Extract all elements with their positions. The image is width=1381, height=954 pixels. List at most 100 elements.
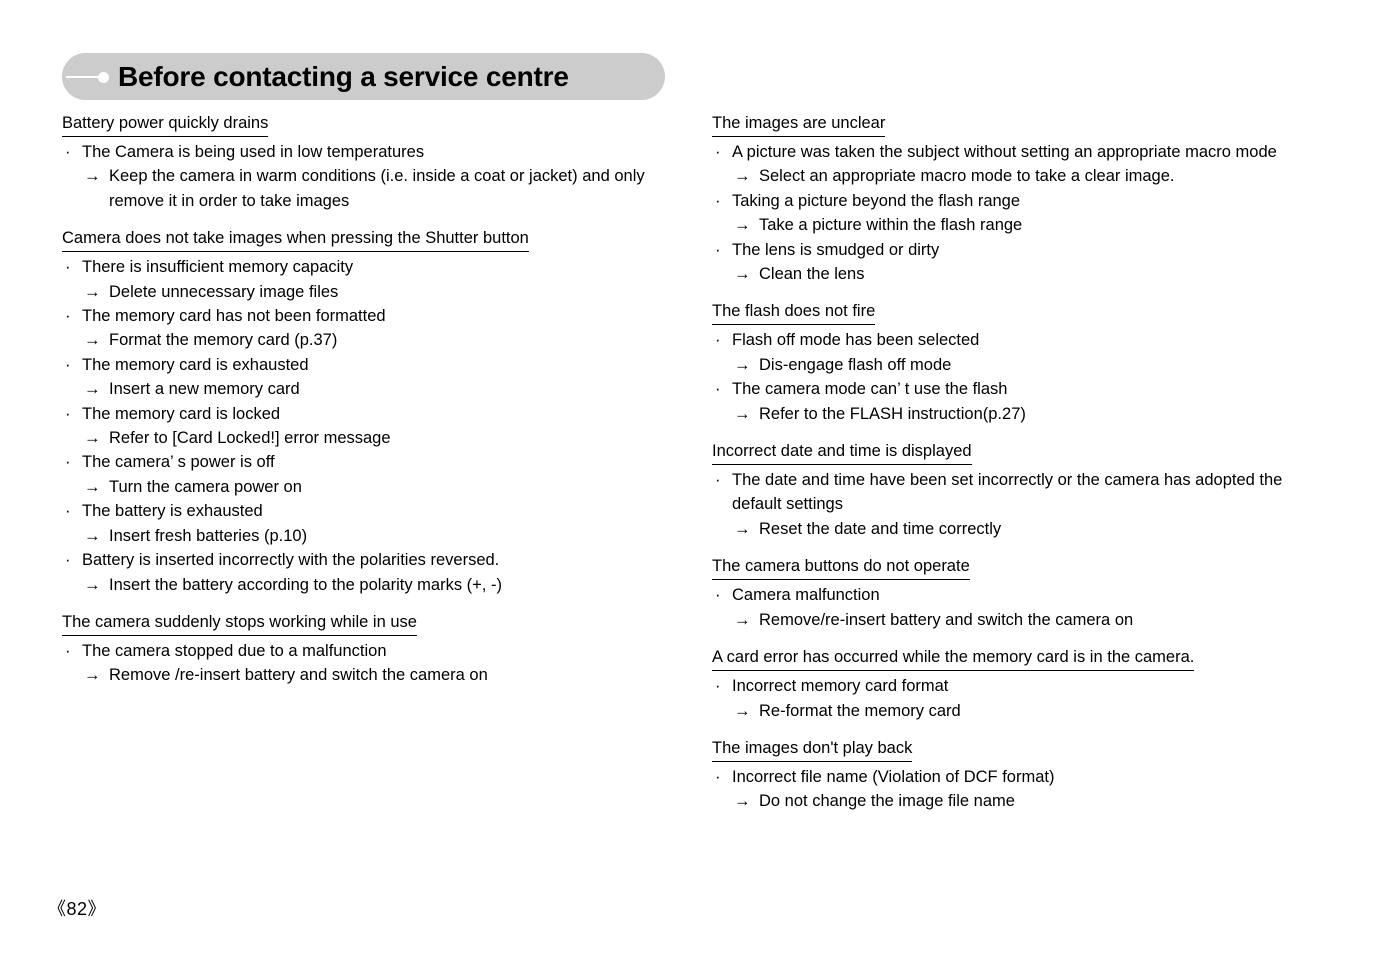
bullet-marker-icon: · xyxy=(65,404,71,423)
bullet-marker-icon: · xyxy=(65,551,71,570)
section-heading: A card error has occurred while the memo… xyxy=(712,646,1195,672)
bullet-marker-icon: · xyxy=(65,453,71,472)
cause-item: · The date and time have been set incorre… xyxy=(712,468,1322,517)
arrow-marker-icon: → xyxy=(734,519,751,538)
arrow-marker-icon: → xyxy=(734,610,751,629)
section-heading: The flash does not fire xyxy=(712,300,876,326)
item-text: The memory card is exhausted xyxy=(82,355,309,374)
item-text: Reset the date and time correctly xyxy=(759,519,1002,538)
remedy-item: → Insert a new memory card xyxy=(62,377,682,401)
remedy-item: → Select an appropriate macro mode to tak… xyxy=(712,164,1322,188)
remedy-item: → Re-format the memory card xyxy=(712,699,1322,723)
cause-item: · There is insufficient memory capacity xyxy=(62,255,682,279)
cause-item: · The battery is exhausted xyxy=(62,499,682,523)
item-text: Turn the camera power on xyxy=(109,477,302,496)
bullet-marker-icon: · xyxy=(65,143,71,161)
cause-item: · Incorrect memory card format xyxy=(712,674,1322,698)
remedy-item: → Dis-engage flash off mode xyxy=(712,353,1322,377)
item-text: The memory card has not been formatted xyxy=(82,307,386,326)
troubleshooting-column-right: The images are unclear · A picture was tak… xyxy=(712,112,1322,814)
bullet-marker-icon: · xyxy=(715,677,721,696)
arrow-marker-icon: → xyxy=(84,575,101,594)
arrow-marker-icon: → xyxy=(84,282,101,301)
page-title: Before contacting a service centre xyxy=(118,60,569,92)
item-text: Insert fresh batteries (p.10) xyxy=(109,526,308,545)
cause-item: · The memory card is exhausted xyxy=(62,353,682,377)
remedy-item: → Insert fresh batteries (p.10) xyxy=(62,524,682,548)
remedy-item: → Refer to the FLASH instruction(p.27) xyxy=(712,402,1322,426)
arrow-marker-icon: → xyxy=(734,265,751,284)
section-heading: The images are unclear xyxy=(712,112,886,137)
item-text: Delete unnecessary image files xyxy=(109,282,339,301)
item-text: Format the memory card (p.37) xyxy=(109,331,338,350)
cause-item: · The Camera is being used in low tempera… xyxy=(62,140,682,164)
arrow-marker-icon: → xyxy=(84,331,101,350)
arrow-marker-icon: → xyxy=(84,477,101,496)
cause-item: · The camera’ s power is off xyxy=(62,450,682,474)
page-number: 《82》 xyxy=(48,899,107,919)
item-text: Refer to the FLASH instruction(p.27) xyxy=(759,404,1026,423)
troubleshooting-section: Incorrect date and time is displayed · The… xyxy=(712,440,1322,541)
remedy-item: → Clean the lens xyxy=(712,262,1322,286)
item-text: The date and time have been set incorrec… xyxy=(732,471,1283,514)
arrow-marker-icon: → xyxy=(734,792,751,811)
bullet-marker-icon: · xyxy=(65,307,71,326)
arrow-marker-icon: → xyxy=(84,380,101,399)
item-text: The Camera is being used in low temperat… xyxy=(82,143,425,161)
arrow-marker-icon: → xyxy=(734,167,751,186)
cause-item: · The camera stopped due to a malfunction xyxy=(62,639,682,663)
item-text: Incorrect memory card format xyxy=(732,677,949,696)
section-heading: Incorrect date and time is displayed xyxy=(712,440,972,466)
remedy-item: → Refer to [Card Locked!] error message xyxy=(62,426,682,450)
bullet-marker-icon: · xyxy=(65,355,71,374)
item-text: Taking a picture beyond the flash range xyxy=(732,191,1021,210)
troubleshooting-section: The images don't play back · Incorrect fil… xyxy=(712,737,1322,814)
remedy-item: → Keep the camera in warm conditions (i.e… xyxy=(62,164,682,213)
arrow-marker-icon: → xyxy=(84,429,101,448)
bullet-marker-icon: · xyxy=(65,258,71,277)
bullet-marker-icon: · xyxy=(65,502,71,521)
item-text: Battery is inserted incorrectly with the… xyxy=(82,551,500,570)
bullet-marker-icon: · xyxy=(715,586,721,605)
item-text: Re-format the memory card xyxy=(759,701,961,720)
bullet-marker-icon: · xyxy=(715,331,721,350)
arrow-marker-icon: → xyxy=(84,666,101,685)
item-text: Remove/re-insert battery and switch the … xyxy=(759,610,1134,629)
item-text: Camera malfunction xyxy=(732,586,880,605)
bullet-marker-icon: · xyxy=(715,767,721,786)
remedy-item: → Format the memory card (p.37) xyxy=(62,328,682,352)
troubleshooting-section: The camera suddenly stops working while … xyxy=(62,611,682,688)
cause-item: · Flash off mode has been selected xyxy=(712,328,1322,352)
item-text: The battery is exhausted xyxy=(82,502,263,521)
cause-item: · Camera malfunction xyxy=(712,583,1322,607)
arrow-marker-icon: → xyxy=(84,526,101,545)
section-heading: The images don't play back xyxy=(712,737,913,762)
remedy-item: → Reset the date and time correctly xyxy=(712,517,1322,541)
remedy-item: → Remove /re-insert battery and switch th… xyxy=(62,663,682,687)
remedy-item: → Do not change the image file name xyxy=(712,789,1322,813)
item-text: Insert a new memory card xyxy=(109,380,300,399)
item-text: Take a picture within the flash range xyxy=(759,216,1023,235)
remedy-item: → Remove/re-insert battery and switch the… xyxy=(712,608,1322,632)
item-text: Flash off mode has been selected xyxy=(732,331,980,350)
cause-item: · Taking a picture beyond the flash range xyxy=(712,189,1322,213)
troubleshooting-section: The flash does not fire · Flash off mode h… xyxy=(712,300,1322,426)
troubleshooting-section: Camera does not take images when pressin… xyxy=(62,227,682,597)
remedy-item: → Take a picture within the flash range xyxy=(712,213,1322,237)
cause-item: · The camera mode can’ t use the flash xyxy=(712,377,1322,401)
arrow-marker-icon: → xyxy=(734,355,751,374)
cause-item: · Battery is inserted incorrectly with th… xyxy=(62,548,682,572)
bullet-marker-icon: · xyxy=(715,471,721,490)
bullet-marker-icon: · xyxy=(715,380,721,399)
remedy-item: → Turn the camera power on xyxy=(62,475,682,499)
item-text: A picture was taken the subject without … xyxy=(732,143,1277,161)
bullet-marker-icon: · xyxy=(715,191,721,210)
cause-item: · The memory card has not been formatted xyxy=(62,304,682,328)
bullet-marker-icon: · xyxy=(715,240,721,259)
troubleshooting-section: The camera buttons do not operate · Camera… xyxy=(712,555,1322,632)
remedy-item: → Delete unnecessary image files xyxy=(62,280,682,304)
item-text: The lens is smudged or dirty xyxy=(732,240,940,259)
item-text: There is insufficient memory capacity xyxy=(82,258,354,277)
item-text: Incorrect file name (Violation of DCF fo… xyxy=(732,767,1055,786)
line-dot-marker-icon xyxy=(66,70,118,84)
